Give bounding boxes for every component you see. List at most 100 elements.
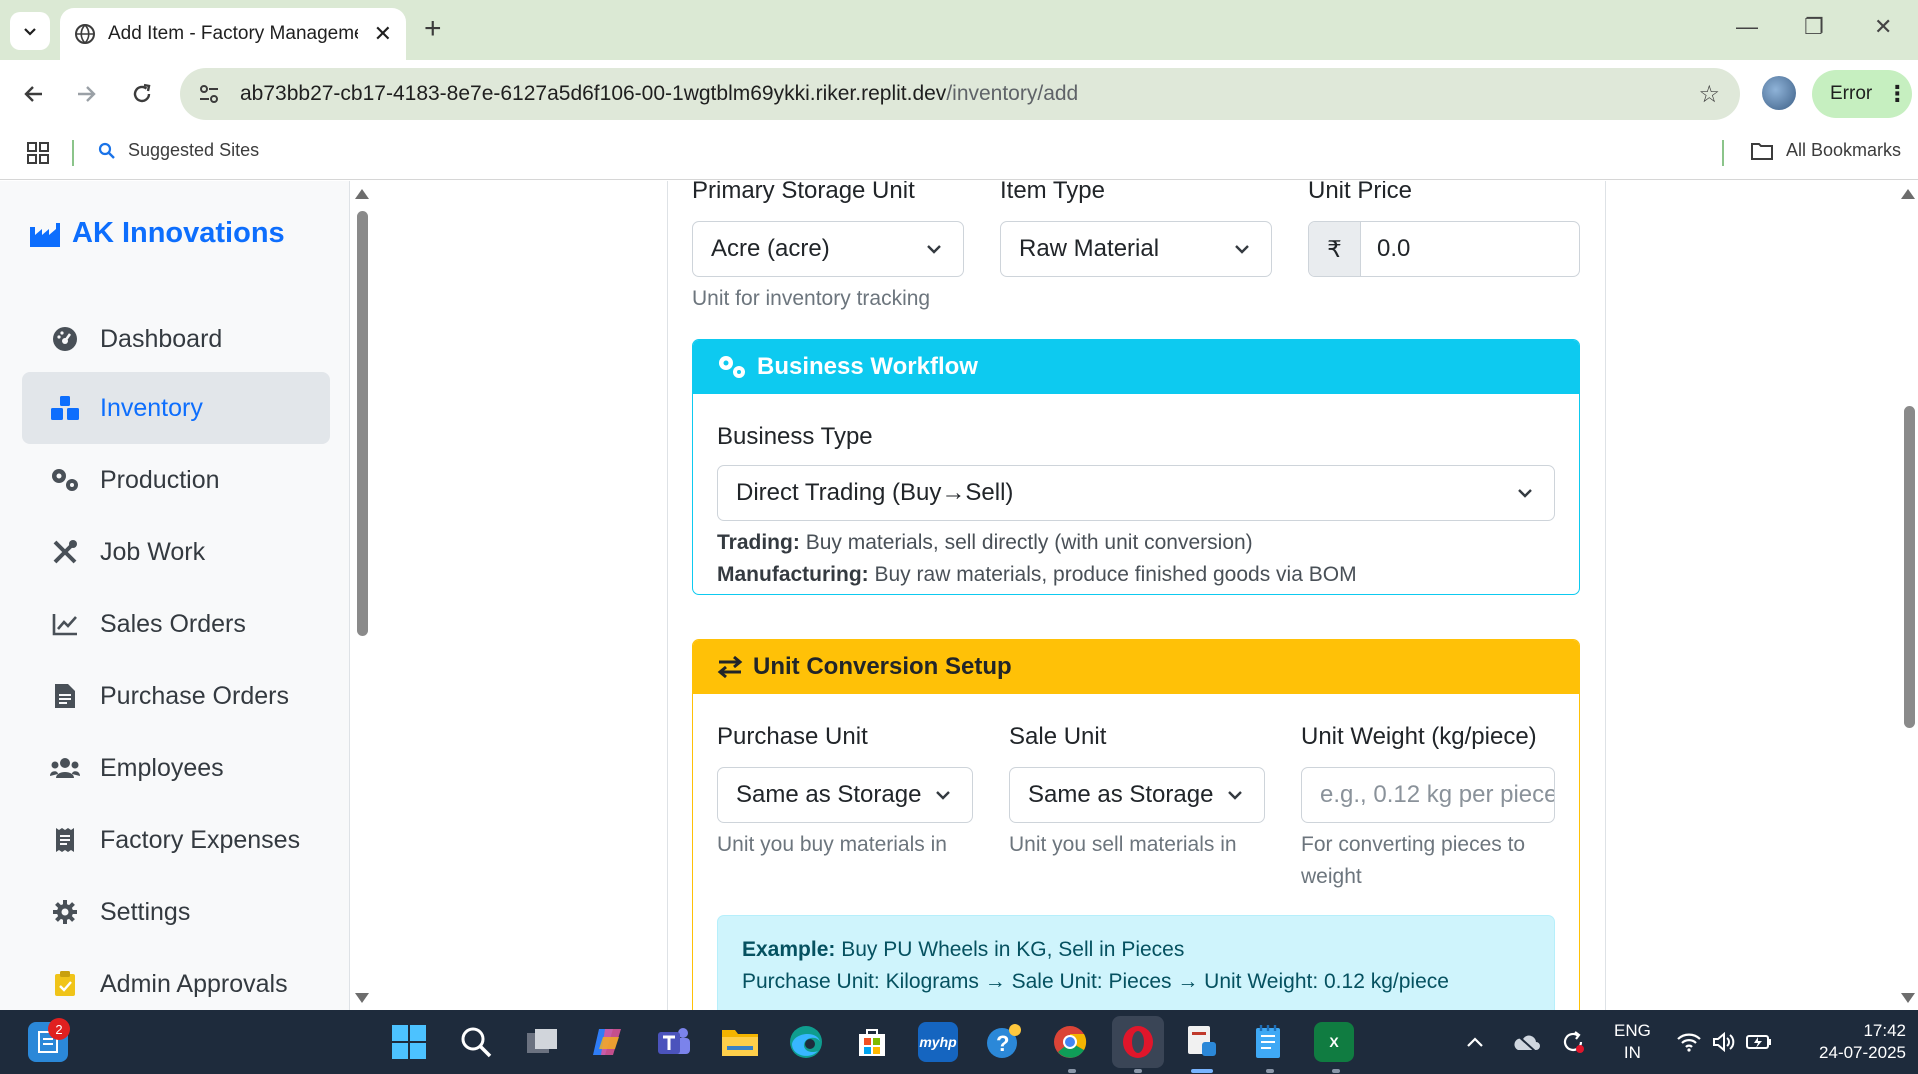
purchase-unit-select[interactable]: Same as Storage: [717, 767, 973, 823]
storage-unit-hint: Unit for inventory tracking: [692, 287, 931, 310]
trading-description: Trading: Buy materials, sell directly (w…: [717, 531, 1253, 555]
chevron-down-icon: [936, 791, 950, 800]
brand-logo[interactable]: AK Innovations: [30, 217, 285, 250]
profile-avatar[interactable]: [1762, 76, 1796, 110]
business-workflow-title: Business Workflow: [757, 353, 978, 380]
language-indicator[interactable]: ENG IN: [1614, 1010, 1651, 1074]
browser-tab[interactable]: Add Item - Factory Managemen ✕: [60, 8, 406, 60]
sidebar-item-settings[interactable]: Settings: [22, 876, 330, 948]
page-scrollbar-thumb[interactable]: [1904, 406, 1915, 728]
sidebar-item-admin-approvals[interactable]: Admin Approvals: [22, 948, 330, 1010]
sidebar-item-production[interactable]: Production: [22, 444, 330, 516]
opera-icon[interactable]: [1112, 1016, 1164, 1068]
sidebar-scrollbar-thumb[interactable]: [357, 211, 368, 636]
all-bookmarks-button[interactable]: All Bookmarks: [1750, 140, 1901, 161]
close-tab-icon[interactable]: ✕: [374, 21, 392, 47]
conversion-example-alert: Example: Buy PU Wheels in KG, Sell in Pi…: [717, 915, 1555, 1010]
chevron-down-icon: [927, 245, 941, 254]
help-icon[interactable]: ?: [984, 1022, 1024, 1062]
apps-grid-icon[interactable]: [26, 141, 50, 170]
task-view-icon[interactable]: [522, 1022, 562, 1062]
chevron-down-icon: [1235, 245, 1249, 254]
business-type-select[interactable]: Direct Trading (Buy→Sell): [717, 465, 1555, 521]
sidebar-item-employees[interactable]: Employees: [22, 732, 330, 804]
url-host: ab73bb27-cb17-4183-8e7e-6127a5d6f106-00-…: [240, 82, 947, 105]
close-window-button[interactable]: ✕: [1874, 14, 1892, 40]
page-scroll-up[interactable]: [1901, 189, 1915, 199]
sync-icon[interactable]: [1560, 1010, 1586, 1074]
show-hidden-icons[interactable]: [1466, 1010, 1484, 1074]
unit-price-group: ₹ 0.0: [1308, 221, 1580, 277]
sidebar-item-dashboard[interactable]: Dashboard: [22, 303, 330, 375]
manufacturing-text: Buy raw materials, produce finished good…: [874, 563, 1357, 586]
sidebar-item-job-work[interactable]: Job Work: [22, 516, 330, 588]
bookmarks-divider-right: [1722, 140, 1724, 166]
page-scroll-down[interactable]: [1901, 993, 1915, 1003]
profile-error-button[interactable]: Error ⋮: [1812, 70, 1912, 118]
excel-label: X: [1329, 1034, 1339, 1050]
sale-unit-value: Same as Storage: [1028, 781, 1214, 808]
search-icon[interactable]: [456, 1022, 496, 1062]
region-code: IN: [1623, 1043, 1641, 1062]
edge-icon[interactable]: [786, 1022, 826, 1062]
url-path: /inventory/add: [946, 82, 1079, 105]
tab-search-button[interactable]: [10, 12, 50, 50]
sale-unit-select[interactable]: Same as Storage: [1009, 767, 1265, 823]
excel-icon[interactable]: X: [1314, 1022, 1354, 1062]
item-type-select[interactable]: Raw Material: [1000, 221, 1272, 277]
sidebar: AK Innovations Dashboard Inventory Produ…: [0, 181, 350, 1010]
system-status-group[interactable]: [1676, 1010, 1772, 1074]
profile-error-label: Error: [1830, 83, 1873, 104]
sale-unit-hint: Unit you sell materials in: [1009, 833, 1237, 856]
web-page: AK Innovations Dashboard Inventory Produ…: [0, 181, 1918, 1010]
language-code: ENG: [1614, 1021, 1651, 1040]
new-tab-button[interactable]: +: [424, 14, 442, 44]
sidebar-item-sales-orders[interactable]: Sales Orders: [22, 588, 330, 660]
notepad-icon[interactable]: [1248, 1022, 1288, 1062]
more-menu-icon: ⋮: [1886, 81, 1909, 106]
unit-price-input[interactable]: 0.0: [1361, 222, 1579, 276]
unit-weight-label: Unit Weight (kg/piece): [1301, 723, 1537, 750]
file-invoice-icon: [50, 681, 80, 711]
sidebar-item-inventory[interactable]: Inventory: [22, 372, 330, 444]
cogs-icon: [50, 465, 80, 495]
sidebar-scroll-down[interactable]: [355, 993, 369, 1003]
myhp-icon[interactable]: myhp: [918, 1022, 958, 1062]
storage-unit-select[interactable]: Acre (acre): [692, 221, 964, 277]
suggested-sites-bookmark[interactable]: Suggested Sites: [98, 140, 259, 161]
minimize-button[interactable]: —: [1736, 14, 1758, 40]
business-workflow-header: Business Workflow: [693, 340, 1579, 394]
address-bar[interactable]: ab73bb27-cb17-4183-8e7e-6127a5d6f106-00-…: [180, 68, 1740, 120]
unit-weight-input[interactable]: e.g., 0.12 kg per piece: [1301, 767, 1555, 823]
app-icon[interactable]: [1182, 1022, 1222, 1062]
arrow-left-icon: [24, 86, 42, 102]
bookmarks-divider: [72, 140, 74, 166]
store-icon[interactable]: [852, 1022, 892, 1062]
site-info-icon[interactable]: [198, 83, 220, 105]
example-line-2: Purchase Unit: Kilograms → Sale Unit: Pi…: [742, 970, 1449, 993]
teams-icon[interactable]: [654, 1022, 694, 1062]
forward-button[interactable]: [68, 76, 104, 112]
sidebar-item-label: Purchase Orders: [100, 681, 289, 710]
unit-price-label: Unit Price: [1308, 181, 1413, 204]
sidebar-scroll-up[interactable]: [355, 189, 369, 199]
sidebar-item-label: Sales Orders: [100, 609, 246, 638]
file-explorer-icon[interactable]: [720, 1022, 760, 1062]
bookmark-star-icon[interactable]: ☆: [1698, 80, 1720, 109]
clipboard-check-icon: [50, 969, 80, 999]
sidebar-item-label: Settings: [100, 897, 191, 926]
sidebar-item-factory-expenses[interactable]: Factory Expenses: [22, 804, 330, 876]
notification-badge: 2: [48, 1018, 70, 1040]
onedrive-icon[interactable]: [1512, 1010, 1540, 1074]
sidebar-item-purchase-orders[interactable]: Purchase Orders: [22, 660, 330, 732]
copilot-icon[interactable]: [588, 1022, 628, 1062]
all-bookmarks-label: All Bookmarks: [1786, 140, 1902, 160]
folder-icon: [1751, 142, 1773, 160]
system-clock[interactable]: 17:42 24-07-2025: [1796, 1020, 1906, 1064]
chrome-icon[interactable]: [1050, 1022, 1090, 1062]
reload-button[interactable]: [124, 76, 160, 112]
restore-button[interactable]: ❐: [1804, 14, 1824, 40]
start-icon[interactable]: [389, 1022, 429, 1062]
back-button[interactable]: [16, 76, 52, 112]
reload-icon: [133, 83, 151, 103]
